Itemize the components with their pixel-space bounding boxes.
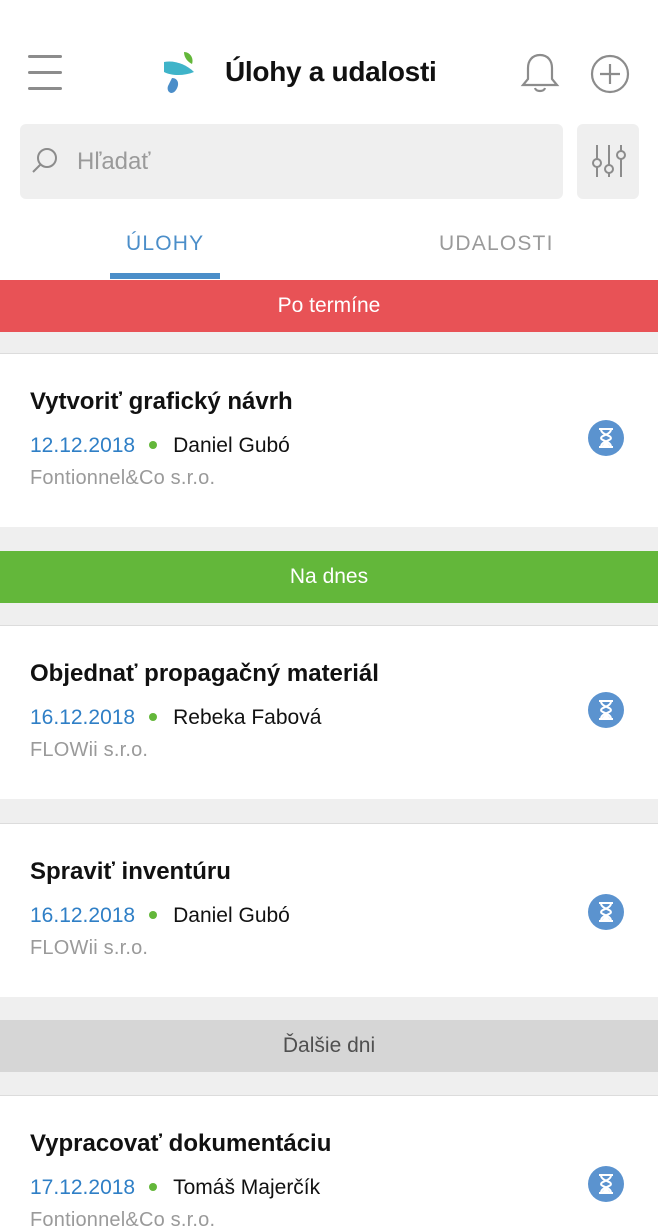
task-title: Objednať propagačný materiál: [30, 660, 379, 687]
task-meta: 16.12.2018 Daniel Gubó: [30, 904, 290, 928]
section-divider: [0, 1072, 658, 1095]
search-placeholder: Hľadať: [77, 148, 151, 175]
task-meta: 17.12.2018 Tomáš Majerčík: [30, 1176, 320, 1200]
task-assignee: Tomáš Majerčík: [173, 1176, 321, 1199]
active-tab-indicator: [110, 273, 220, 279]
task-company: Fontionnel&Co s.r.o.: [30, 467, 216, 489]
tab-udalosti[interactable]: UDALOSTI: [439, 232, 554, 256]
task-company: FLOWii s.r.o.: [30, 739, 149, 761]
task-meta: 12.12.2018 Daniel Gubó: [30, 434, 290, 458]
app-header: Úlohy a udalosti: [0, 0, 658, 120]
status-dot: [149, 1182, 158, 1191]
status-dot: [149, 712, 158, 721]
app-logo-icon: [164, 52, 194, 93]
task-date: 12.12.2018: [30, 434, 136, 457]
task-date: 16.12.2018: [30, 706, 136, 729]
section-header-overdue: Po termíne: [0, 280, 658, 332]
section-divider: [0, 799, 658, 823]
section-header-today: Na dnes: [0, 551, 658, 603]
section-divider: [0, 527, 658, 551]
task-card[interactable]: Vytvoriť grafický návrh 12.12.2018 Daniel…: [0, 353, 658, 528]
hourglass-icon: [588, 894, 624, 930]
task-assignee: Daniel Gubó: [173, 434, 290, 457]
task-card[interactable]: Objednať propagačný materiál 16.12.2018 R…: [0, 625, 658, 800]
hamburger-menu-icon[interactable]: [28, 55, 64, 93]
tab-ulohy[interactable]: ÚLOHY: [126, 232, 204, 256]
task-company: FLOWii s.r.o.: [30, 937, 149, 959]
task-card[interactable]: Vypracovať dokumentáciu 17.12.2018 Tomáš …: [0, 1095, 658, 1231]
bell-icon[interactable]: [519, 52, 561, 94]
task-company: Fontionnel&Co s.r.o.: [30, 1209, 216, 1231]
hourglass-icon: [588, 420, 624, 456]
section-divider: [0, 603, 658, 625]
task-date: 16.12.2018: [30, 904, 136, 927]
section-divider: [0, 332, 658, 354]
status-dot: [149, 440, 158, 449]
search-icon: [32, 148, 57, 173]
filter-button[interactable]: [577, 124, 639, 199]
task-title: Spraviť inventúru: [30, 858, 231, 885]
filter-sliders-icon: [592, 145, 626, 177]
task-meta: 16.12.2018 Rebeka Fabová: [30, 706, 321, 730]
task-title: Vypracovať dokumentáciu: [30, 1130, 332, 1157]
search-input[interactable]: Hľadať: [20, 124, 563, 199]
hourglass-icon: [588, 1166, 624, 1202]
task-title: Vytvoriť grafický návrh: [30, 388, 293, 415]
page-title: Úlohy a udalosti: [225, 56, 437, 87]
section-header-upcoming: Ďalšie dni: [0, 1020, 658, 1072]
section-divider: [0, 997, 658, 1020]
task-assignee: Rebeka Fabová: [173, 706, 322, 729]
task-date: 17.12.2018: [30, 1176, 136, 1199]
task-assignee: Daniel Gubó: [173, 904, 290, 927]
plus-circle-icon[interactable]: [589, 53, 631, 95]
hourglass-icon: [588, 692, 624, 728]
task-card[interactable]: Spraviť inventúru 16.12.2018 Daniel Gubó …: [0, 823, 658, 998]
status-dot: [149, 910, 158, 919]
